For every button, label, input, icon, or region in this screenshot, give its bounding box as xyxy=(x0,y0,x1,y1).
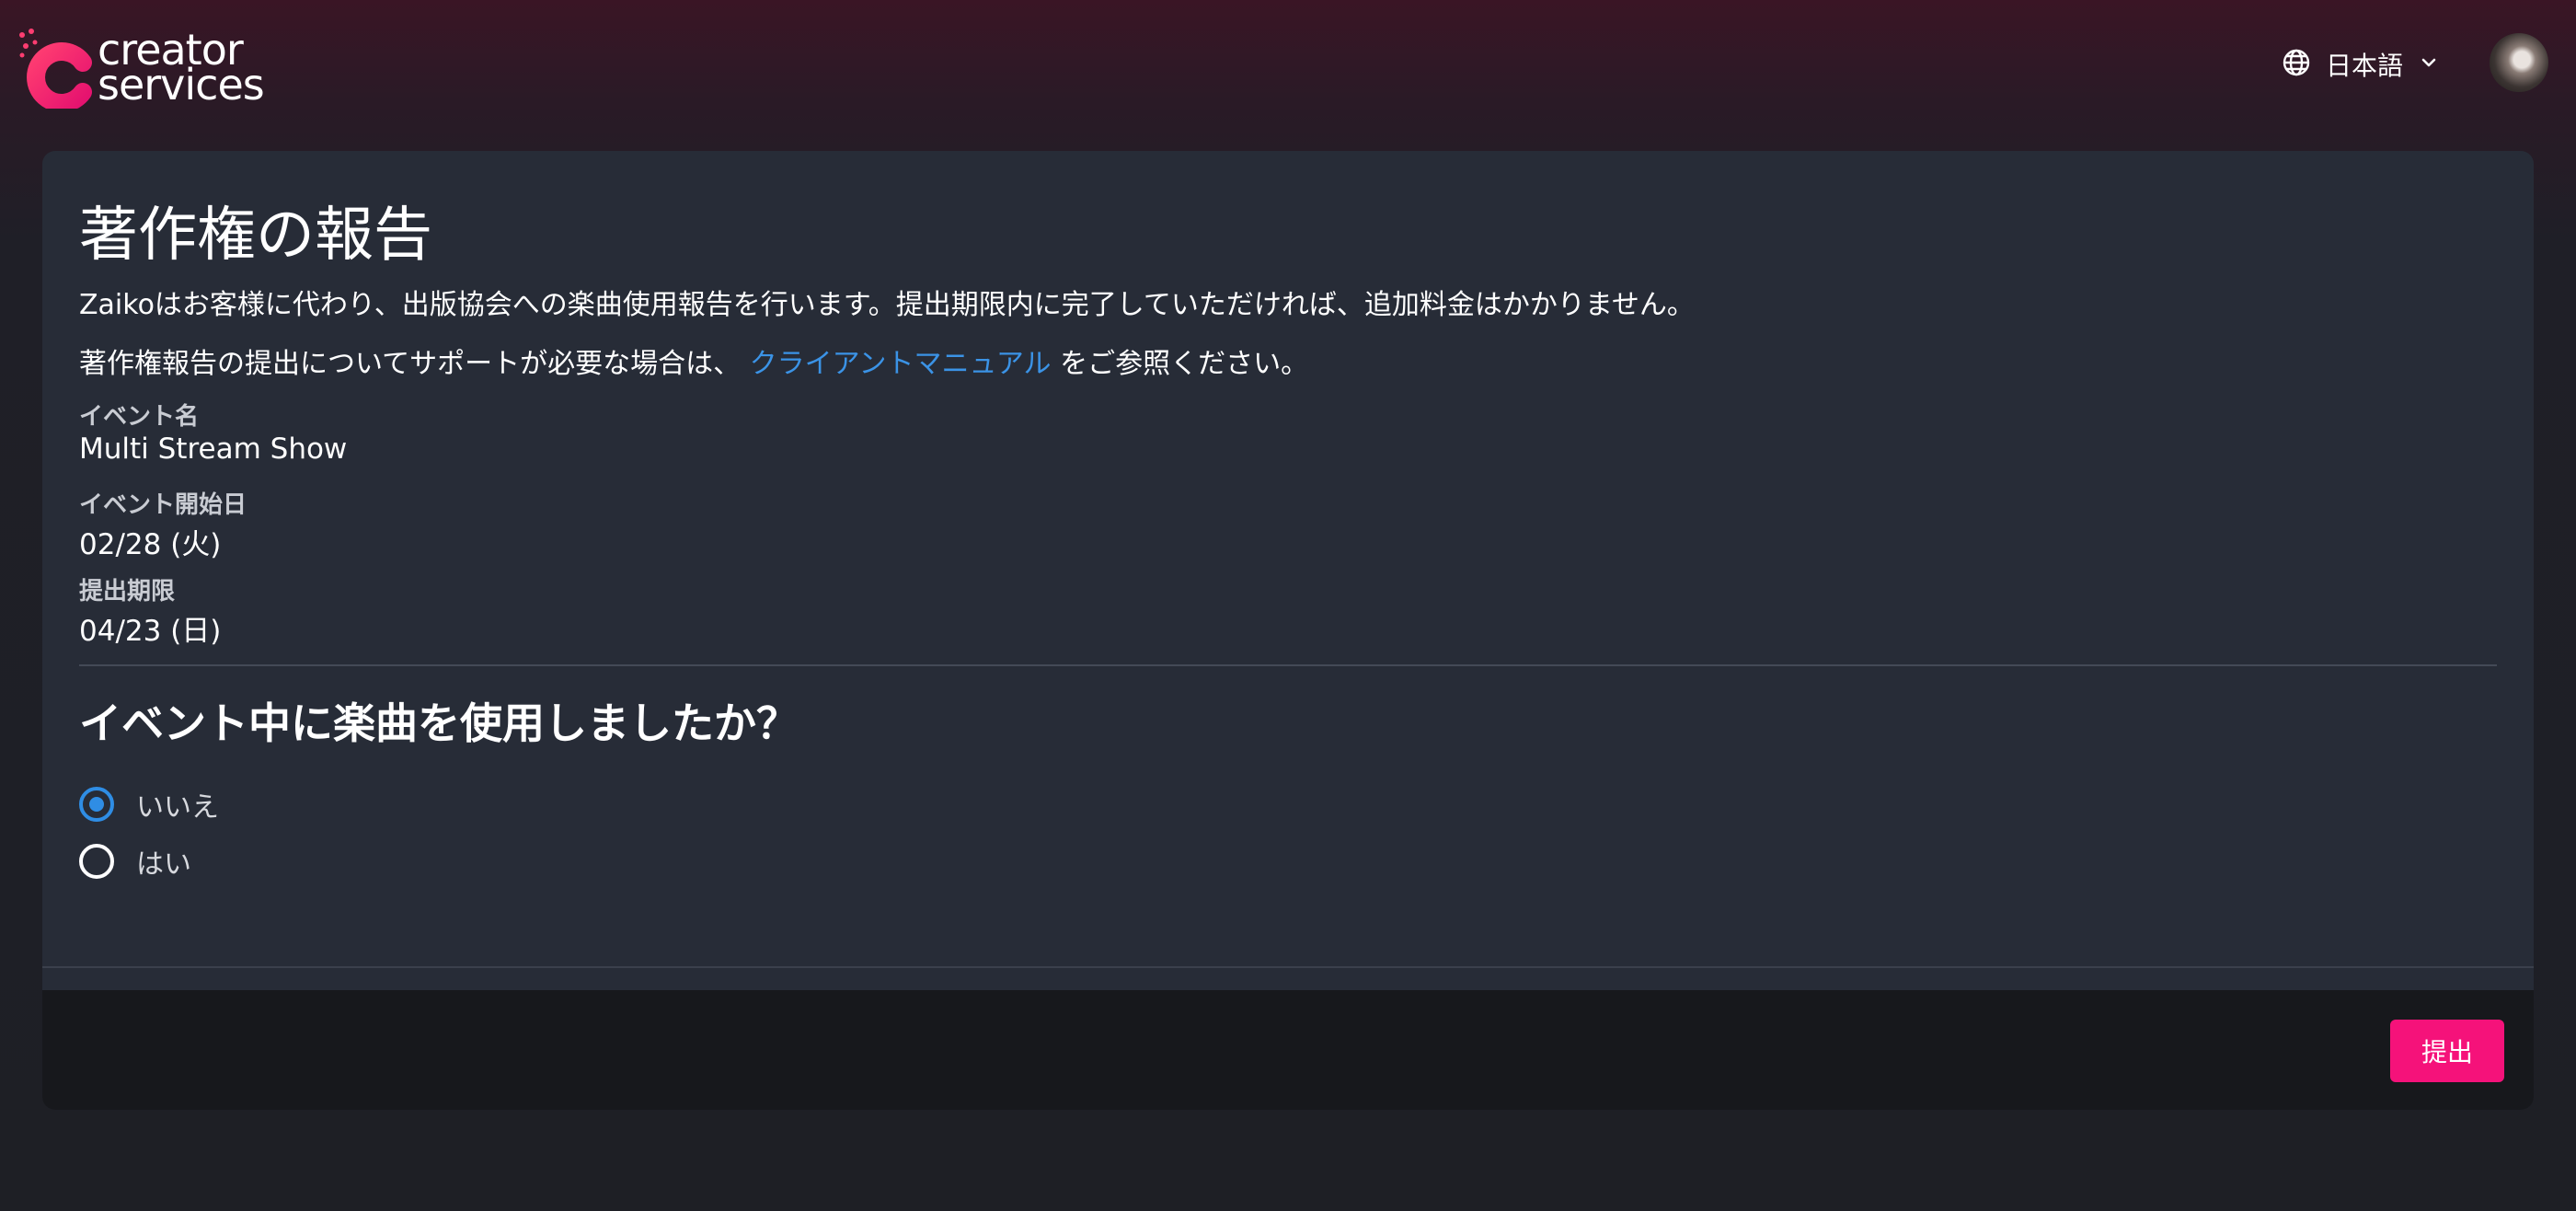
language-selector[interactable]: 日本語 xyxy=(2282,42,2440,86)
radio-yes-label: はい xyxy=(136,848,191,881)
support-text: 著作権報告の提出についてサポートが必要な場合は、 クライアントマニュアル をご参… xyxy=(79,340,1308,381)
music-usage-question: イベント中に楽曲を使用しましたか？ xyxy=(79,698,799,748)
copyright-report-card: 著作権の報告 Zaikoはお客様に代わり、出版協会への楽曲使用報告を行います。提… xyxy=(42,151,2534,1110)
section-divider xyxy=(79,664,2497,666)
logo-text-line2: services xyxy=(98,60,265,110)
page-title: 著作権の報告 xyxy=(79,202,432,270)
radio-no[interactable] xyxy=(79,787,114,822)
support-prefix: 著作権報告の提出についてサポートが必要な場合は、 xyxy=(79,348,742,380)
top-bar: creator services 日本語 xyxy=(0,0,2576,129)
support-suffix: をご参照ください。 xyxy=(1060,348,1309,380)
page-description: Zaikoはお客様に代わり、出版協会への楽曲使用報告を行います。提出期限内に完了… xyxy=(79,289,1695,321)
event-start-label: イベント開始日 xyxy=(79,491,247,519)
deadline-value: 04/23 (日) xyxy=(79,615,222,648)
deadline-label: 提出期限 xyxy=(79,578,176,606)
event-name-label: イベント名 xyxy=(79,403,200,431)
logo-mark-icon xyxy=(18,26,92,112)
radio-option-no[interactable]: いいえ xyxy=(79,782,219,826)
footer-divider xyxy=(42,966,2534,968)
radio-option-yes[interactable]: はい xyxy=(79,839,191,883)
event-name-value: Multi Stream Show xyxy=(79,432,348,466)
radio-yes[interactable] xyxy=(79,844,114,879)
card-footer xyxy=(42,990,2534,1110)
chevron-down-icon xyxy=(2418,52,2440,77)
user-avatar[interactable] xyxy=(2490,33,2548,92)
language-label: 日本語 xyxy=(2326,51,2404,81)
radio-no-label: いいえ xyxy=(136,791,219,824)
submit-button[interactable]: 提出 xyxy=(2390,1020,2504,1082)
event-start-value: 02/28 (火) xyxy=(79,528,222,561)
creator-services-logo[interactable]: creator services xyxy=(18,26,265,112)
client-manual-link[interactable]: クライアントマニュアル xyxy=(750,348,1052,380)
globe-icon xyxy=(2282,48,2311,81)
